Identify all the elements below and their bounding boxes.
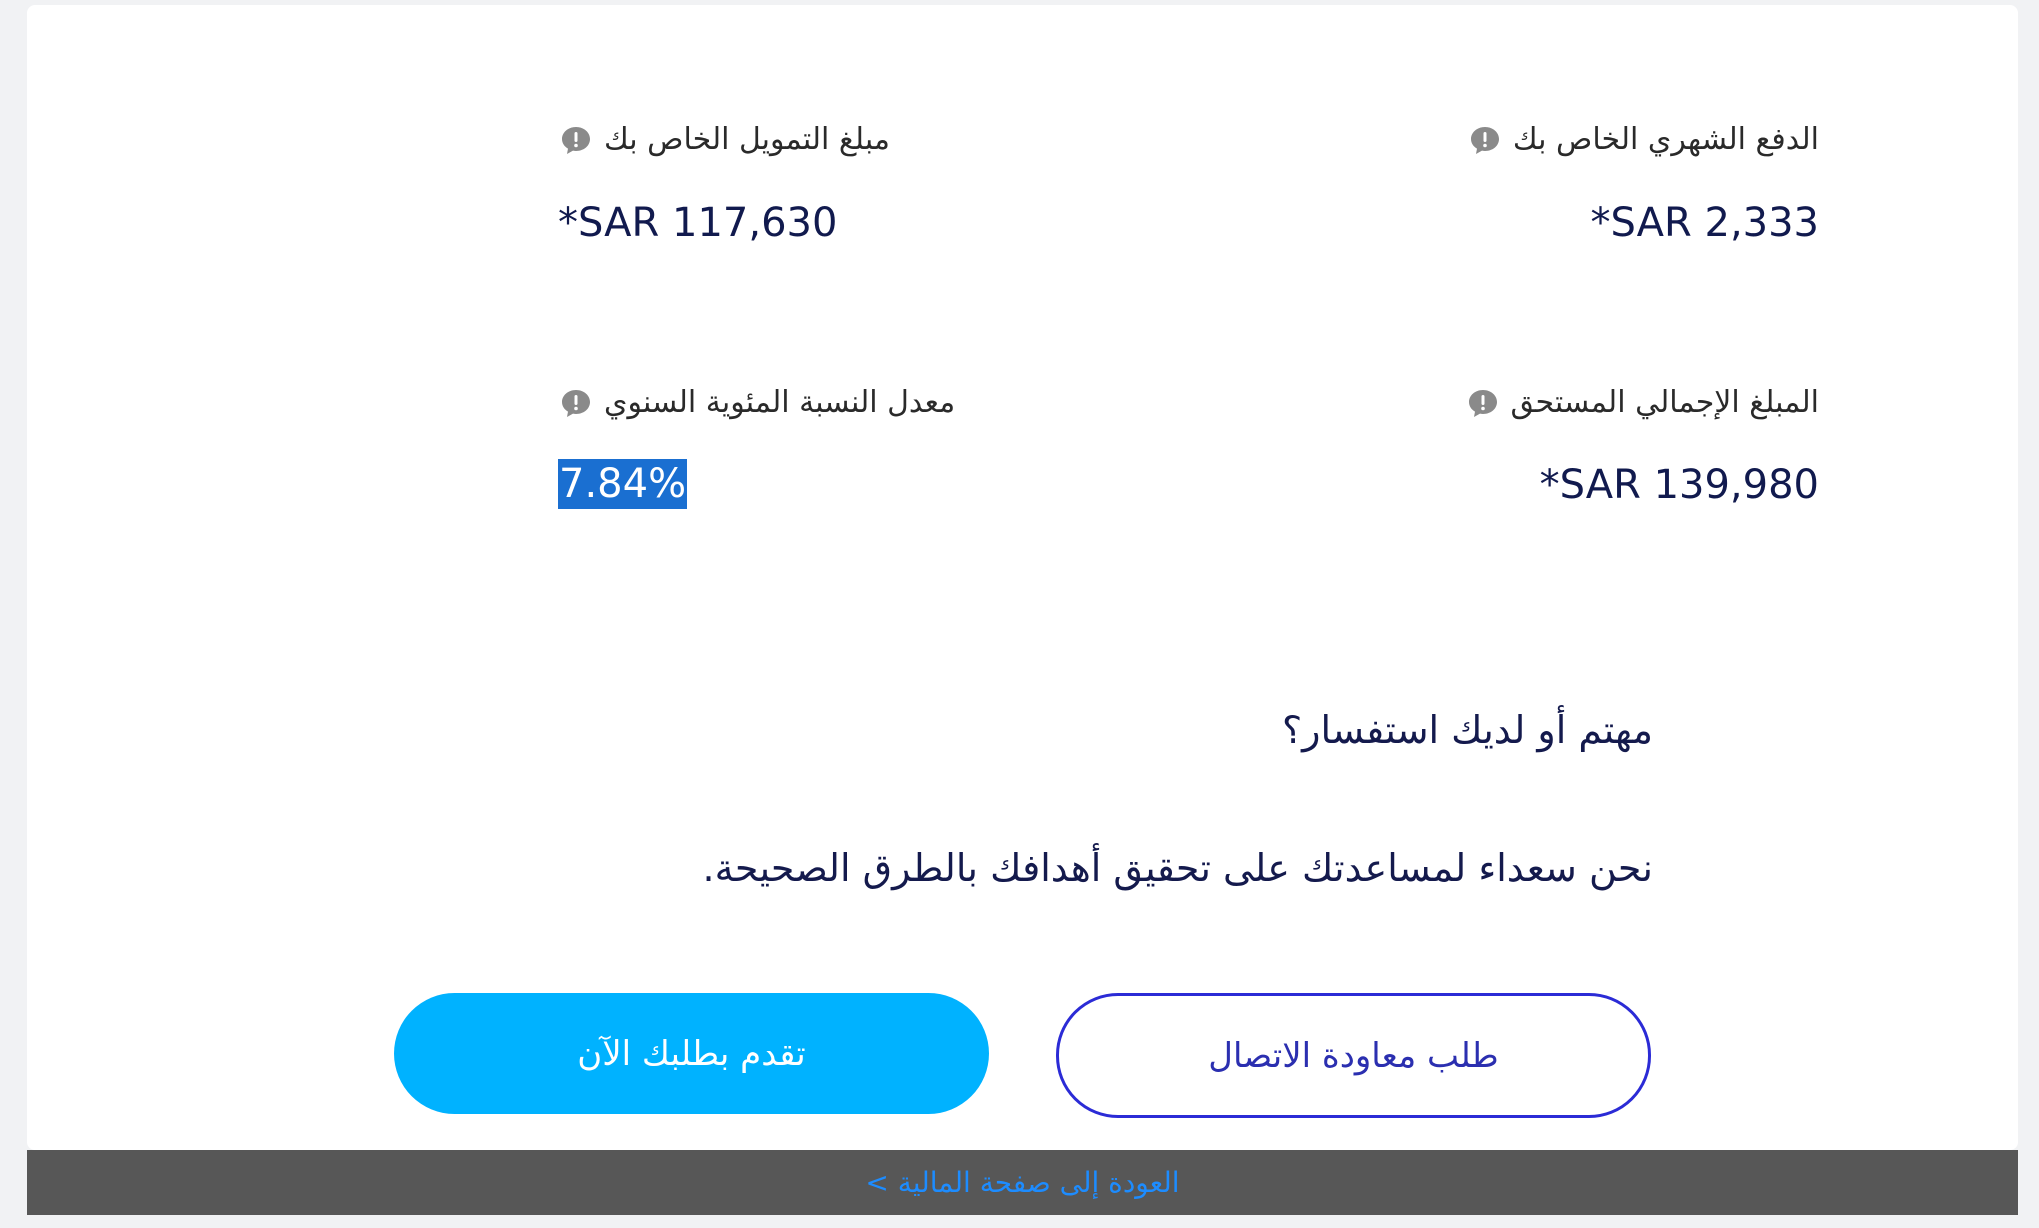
apply-now-button-label: تقدم بطلبك الآن — [577, 1033, 806, 1074]
total-amount-label: المبلغ الإجمالي المستحق — [1510, 385, 1819, 420]
apr-label-row: معدل النسبة المئوية السنوي — [560, 385, 955, 420]
results-card — [27, 5, 2018, 1150]
info-icon[interactable] — [560, 387, 592, 419]
request-callback-button-label: طلب معاودة الاتصال — [1208, 1035, 1499, 1076]
apr-value: 7.84% — [558, 459, 688, 509]
request-callback-button[interactable]: طلب معاودة الاتصال — [1056, 993, 1651, 1118]
info-icon[interactable] — [1467, 387, 1499, 419]
apply-now-button[interactable]: تقدم بطلبك الآن — [394, 993, 989, 1114]
cta-subheading: نحن سعداء لمساعدتك على تحقيق أهدافك بالط… — [702, 846, 1653, 890]
finance-amount-label-row: مبلغ التمويل الخاص بك — [560, 122, 890, 157]
monthly-payment-value: *SAR 2,333 — [1590, 200, 1819, 246]
footer-bar: العودة إلى صفحة المالية > — [27, 1150, 2018, 1215]
monthly-payment-label: الدفع الشهري الخاص بك — [1512, 122, 1819, 157]
cta-heading: مهتم أو لديك استفسار؟ — [1282, 708, 1653, 752]
finance-amount-value: *SAR 117,630 — [558, 200, 838, 246]
apr-label: معدل النسبة المئوية السنوي — [604, 385, 956, 420]
info-icon[interactable] — [1469, 124, 1501, 156]
finance-amount-label: مبلغ التمويل الخاص بك — [604, 122, 890, 157]
info-icon[interactable] — [560, 124, 592, 156]
monthly-payment-label-row: الدفع الشهري الخاص بك — [1469, 122, 1819, 157]
total-amount-label-row: المبلغ الإجمالي المستحق — [1467, 385, 1819, 420]
total-amount-value: *SAR 139,980 — [1539, 462, 1819, 508]
back-to-finance-link[interactable]: العودة إلى صفحة المالية > — [865, 1166, 1179, 1199]
